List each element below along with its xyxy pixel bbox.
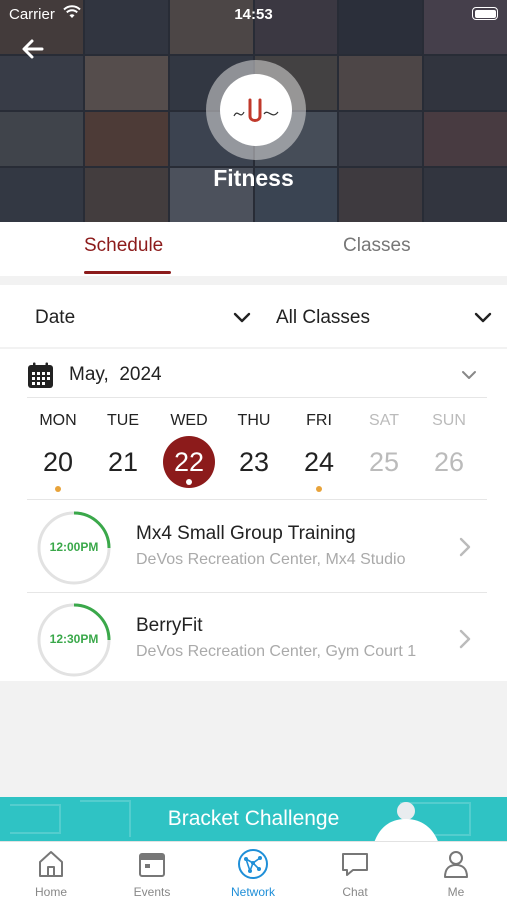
selected-day-cell: 22	[163, 436, 215, 488]
active-tab-indicator	[84, 271, 171, 274]
day-wed[interactable]: WED 22	[161, 412, 217, 488]
promo-banner[interactable]: Bracket Challenge	[0, 797, 507, 841]
class-location: DeVos Recreation Center, Mx4 Studio	[136, 551, 406, 568]
day-number-cell: 25	[358, 436, 410, 488]
day-number-cell: 21	[97, 436, 149, 488]
day-number: 21	[107, 446, 139, 477]
bottom-tab-bar: Home Events Network Chat Me	[0, 841, 507, 900]
day-number: 26	[433, 446, 465, 477]
divider	[27, 397, 487, 398]
nav-network[interactable]: Network	[213, 842, 293, 900]
header-hero: Carrier 14:53 Fitness	[0, 0, 507, 222]
nav-me[interactable]: Me	[416, 842, 496, 900]
class-name: BerryFit	[136, 615, 203, 636]
class-list-item[interactable]: 12:00PM Mx4 Small Group Training DeVos R…	[0, 501, 507, 593]
day-number: 25	[368, 446, 400, 477]
month-expand-chevron-icon[interactable]	[461, 369, 477, 381]
day-number: 23	[238, 446, 270, 477]
clock: 14:53	[234, 6, 273, 23]
class-location: DeVos Recreation Center, Gym Court 1	[136, 643, 417, 660]
day-number: 24	[303, 446, 335, 477]
nav-label: Chat	[342, 885, 368, 899]
nav-chat[interactable]: Chat	[315, 842, 395, 900]
nav-label: Events	[133, 885, 171, 899]
class-time: 12:30PM	[49, 632, 99, 646]
day-number-cell: 20	[32, 436, 84, 492]
day-number: 20	[42, 446, 74, 477]
chevron-right-icon	[459, 629, 471, 649]
day-of-week: SUN	[432, 412, 466, 429]
calendar-icon	[28, 362, 53, 388]
day-tue[interactable]: TUE 21	[95, 412, 151, 488]
logo-badge	[206, 60, 306, 160]
nav-events[interactable]: Events	[112, 842, 192, 900]
person-icon	[444, 851, 468, 878]
class-filter-label: All Classes	[276, 307, 370, 328]
chevron-down-icon	[233, 312, 251, 323]
chevron-down-icon	[474, 312, 492, 323]
logo-script-mark	[233, 98, 279, 122]
tab-schedule[interactable]: Schedule	[84, 235, 163, 257]
event-dot	[55, 486, 61, 492]
calendar-icon	[139, 853, 165, 877]
chevron-right-icon	[459, 537, 471, 557]
day-number-cell: 26	[423, 436, 475, 488]
date-filter-label: Date	[35, 307, 76, 328]
day-number-cell: 23	[228, 436, 280, 488]
divider	[27, 499, 487, 500]
class-list-item[interactable]: 12:30PM BerryFit DeVos Recreation Center…	[0, 593, 507, 685]
home-icon	[39, 851, 63, 877]
tab-classes[interactable]: Classes	[343, 235, 411, 257]
day-of-week: MON	[39, 412, 77, 429]
day-of-week: SAT	[369, 412, 399, 429]
nav-label: Me	[447, 885, 465, 899]
day-number-cell: 24	[293, 436, 345, 492]
battery-icon	[472, 7, 498, 20]
day-sun[interactable]: SUN 26	[421, 412, 477, 488]
day-sat[interactable]: SAT 25	[356, 412, 412, 488]
nav-home[interactable]: Home	[11, 842, 91, 900]
class-name: Mx4 Small Group Training	[136, 523, 356, 544]
day-fri[interactable]: FRI 24	[291, 412, 347, 492]
network-icon	[238, 849, 268, 879]
nav-label: Home	[34, 885, 67, 899]
back-arrow-icon[interactable]	[18, 36, 48, 62]
status-bar: Carrier 14:53	[0, 0, 507, 30]
nav-label: Network	[230, 885, 275, 899]
organization-logo	[220, 74, 292, 146]
filter-bar: Date All Classes	[0, 285, 507, 347]
screen: Carrier 14:53 Fitness Schedule Classes D…	[0, 0, 507, 900]
tab-bar: Schedule Classes	[0, 222, 507, 276]
event-dot	[186, 479, 192, 485]
day-thu[interactable]: THU 23	[226, 412, 282, 488]
day-mon[interactable]: MON 20	[30, 412, 86, 492]
banner-title: Bracket Challenge	[167, 807, 340, 830]
day-of-week: WED	[170, 412, 208, 429]
class-time: 12:00PM	[49, 540, 99, 554]
schedule-panel: May, 2024 MON 20 TUE 21 WED 22 THU 23 FR…	[0, 349, 507, 681]
day-of-week: TUE	[107, 412, 139, 429]
month-label: May, 2024	[69, 364, 162, 385]
page-title: Fitness	[213, 165, 294, 191]
day-of-week: FRI	[306, 412, 332, 429]
chat-icon	[342, 853, 368, 876]
day-of-week: THU	[237, 412, 271, 429]
event-dot	[316, 486, 322, 492]
day-number: 22	[173, 446, 205, 477]
